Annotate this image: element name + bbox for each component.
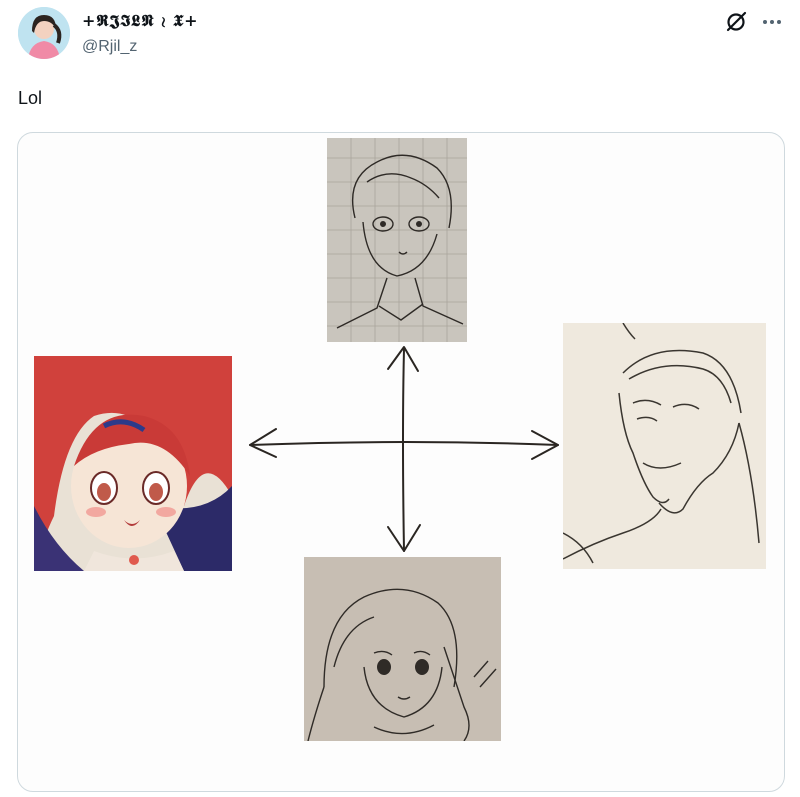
colored-portrait-image <box>34 356 232 571</box>
sketch-top-image <box>327 138 467 342</box>
user-handle[interactable]: @Rjil_z <box>82 38 137 56</box>
tweet-media[interactable] <box>17 132 785 792</box>
more-icon[interactable] <box>760 10 784 34</box>
sketch-bottom-image <box>304 557 501 741</box>
avatar[interactable] <box>18 7 70 59</box>
display-name[interactable]: +𝕽𝕵𝕴𝕷𝕹 ≀ 𝖃+ <box>82 11 199 31</box>
grok-icon[interactable] <box>724 10 748 34</box>
avatar-image <box>18 7 70 59</box>
sketch-right-image <box>563 323 766 569</box>
tweet-text: Lol <box>18 88 43 108</box>
